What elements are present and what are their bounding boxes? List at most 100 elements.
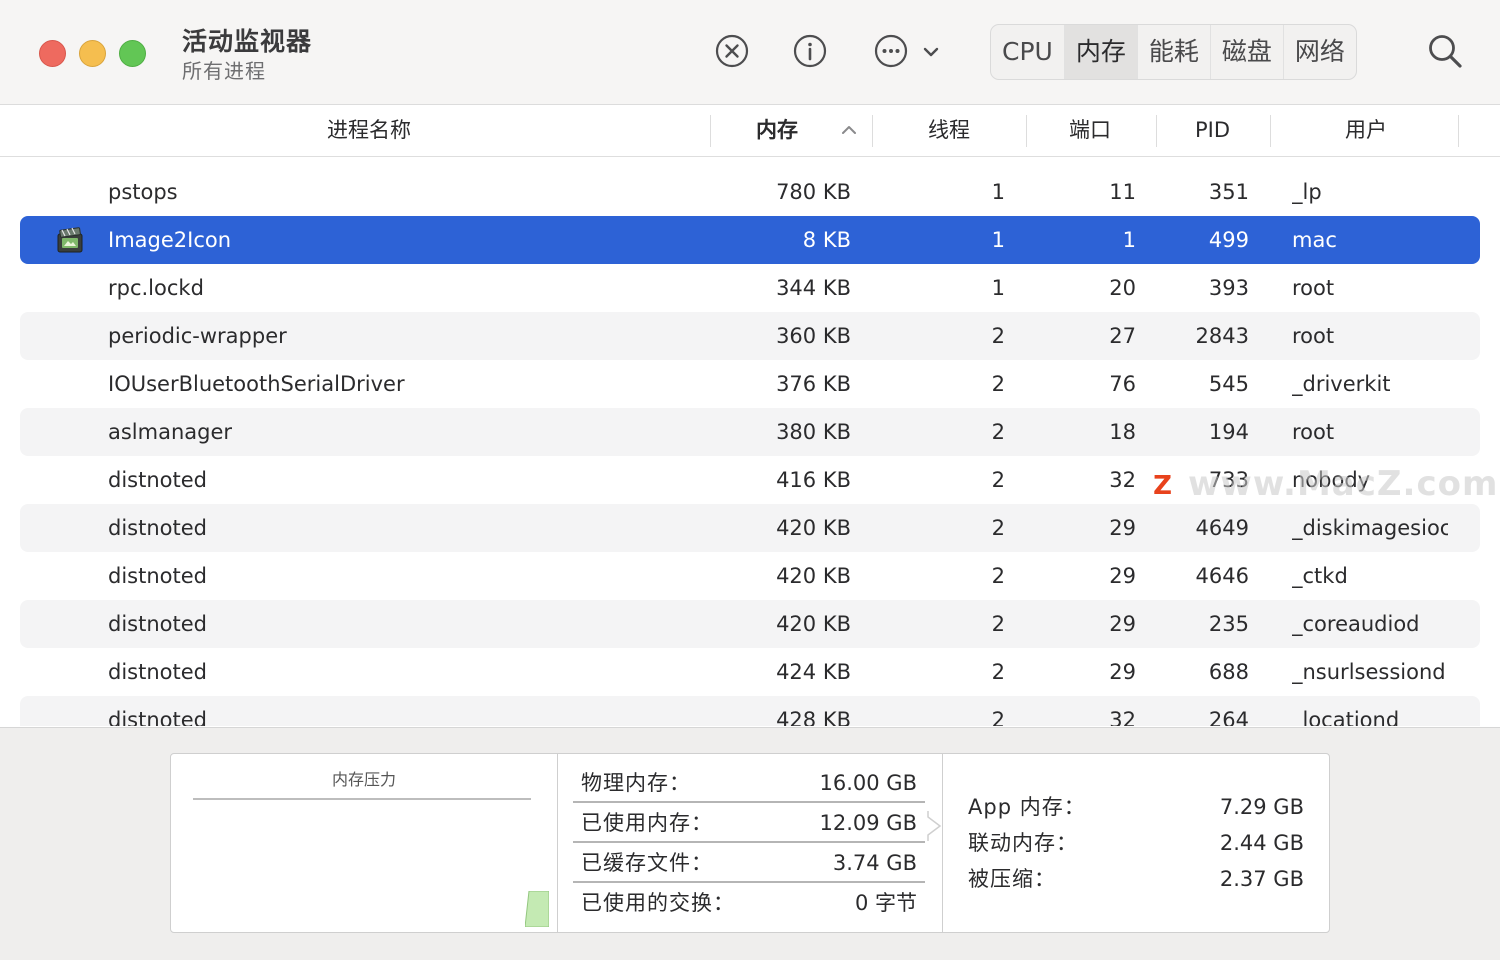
wired-memory-value: 2.44 GB	[1219, 831, 1304, 855]
process-ports: 29	[1109, 660, 1136, 684]
image2icon-app-icon	[57, 227, 83, 253]
stop-process-icon	[715, 34, 749, 68]
process-pid: 545	[1208, 372, 1249, 396]
app-memory-label: App 内存：	[968, 795, 1086, 819]
process-pid: 235	[1208, 612, 1249, 636]
process-name: distnoted	[108, 564, 207, 588]
column-memory[interactable]: 内存	[756, 105, 798, 156]
table-row[interactable]: distnoted 420 KB 2 29 4649 _diskimagesio…	[20, 504, 1480, 552]
process-memory: 416 KB	[776, 468, 851, 492]
memory-pressure-graph: 内存压力	[171, 754, 558, 932]
process-name: distnoted	[108, 516, 207, 540]
wired-memory-label: 联动内存：	[968, 831, 1078, 855]
process-name: rpc.lockd	[108, 276, 204, 300]
search-icon[interactable]	[1426, 32, 1464, 70]
tab-memory[interactable]: 内存	[1064, 25, 1138, 79]
compressed-memory-value: 2.37 GB	[1219, 867, 1304, 891]
used-memory-row: 已使用内存： 12.09 GB	[573, 804, 925, 842]
table-row[interactable]: IOUserBluetoothSerialDriver 376 KB 2 76 …	[20, 360, 1480, 408]
table-row[interactable]: aslmanager 380 KB 2 18 194 root	[20, 408, 1480, 456]
process-name: pstops	[108, 180, 178, 204]
window-subtitle: 所有进程	[182, 59, 266, 83]
process-pid: 499	[1208, 228, 1249, 252]
process-user: root	[1292, 276, 1335, 300]
table-row[interactable]: pstops 780 KB 1 11 351 _lp	[20, 168, 1480, 216]
column-divider	[710, 115, 711, 147]
swap-used-value: 0 字节	[854, 891, 917, 915]
app-memory-value: 7.29 GB	[1219, 795, 1304, 819]
process-memory: 780 KB	[776, 180, 851, 204]
column-divider	[872, 115, 873, 147]
swap-used-row: 已使用的交换： 0 字节	[573, 884, 925, 922]
table-row[interactable]: periodic-wrapper 360 KB 2 27 2843 root	[20, 312, 1480, 360]
compressed-memory-row: 被压缩： 2.37 GB	[968, 861, 1304, 897]
process-user: _diskimagesioc	[1292, 516, 1448, 540]
process-pid: 264	[1208, 708, 1249, 726]
pressure-divider	[193, 798, 531, 800]
table-row[interactable]: distnoted 428 KB 2 32 264 _locationd	[20, 696, 1480, 726]
process-memory: 344 KB	[776, 276, 851, 300]
process-name: distnoted	[108, 660, 207, 684]
memory-summary-panel: 内存压力 物理内存： 16.00 GB 已使用内存： 12.09 GB 已缓存文…	[170, 753, 1330, 933]
process-ports: 29	[1109, 564, 1136, 588]
process-memory: 424 KB	[776, 660, 851, 684]
stop-process-button[interactable]	[715, 34, 749, 68]
column-divider	[1270, 115, 1271, 147]
more-actions-button[interactable]	[874, 34, 908, 68]
close-window-button[interactable]	[39, 40, 66, 67]
table-row[interactable]: distnoted 420 KB 2 29 235 _coreaudiod	[20, 600, 1480, 648]
process-threads: 2	[991, 468, 1005, 492]
process-user: _nsurlsessiond	[1292, 660, 1446, 684]
cached-files-label: 已缓存文件：	[581, 851, 713, 875]
tab-cpu[interactable]: CPU	[991, 25, 1065, 79]
physical-memory-row: 物理内存： 16.00 GB	[573, 764, 925, 802]
tab-disk[interactable]: 磁盘	[1211, 25, 1284, 79]
watermark-logo: Z	[1148, 470, 1178, 501]
process-threads: 2	[991, 612, 1005, 636]
info-button[interactable]	[793, 34, 827, 68]
process-pid: 688	[1208, 660, 1249, 684]
zoom-window-button[interactable]	[119, 40, 146, 67]
process-user: _lp	[1292, 180, 1322, 204]
swap-used-label: 已使用的交换：	[581, 891, 735, 915]
memory-breakdown: App 内存： 7.29 GB 联动内存： 2.44 GB 被压缩： 2.37 …	[942, 754, 1329, 932]
table-row[interactable]: distnoted 424 KB 2 29 688 _nsurlsessiond	[20, 648, 1480, 696]
process-user: mac	[1292, 228, 1337, 252]
process-user: root	[1292, 420, 1335, 444]
more-actions-icon	[874, 34, 908, 68]
process-name: distnoted	[108, 612, 207, 636]
process-memory: 8 KB	[802, 228, 851, 252]
info-icon	[793, 34, 827, 68]
wired-memory-row: 联动内存： 2.44 GB	[968, 825, 1304, 861]
process-name: IOUserBluetoothSerialDriver	[108, 372, 405, 396]
column-pid[interactable]: PID	[1195, 105, 1230, 156]
process-threads: 2	[991, 564, 1005, 588]
activity-monitor-window: 活动监视器 所有进程 CPU 内存 能耗 磁盘 网络 进程名称 内存 线程 端口…	[0, 0, 1500, 960]
process-ports: 32	[1109, 708, 1136, 726]
process-threads: 1	[991, 276, 1005, 300]
process-name: distnoted	[108, 468, 207, 492]
chevron-down-icon[interactable]	[921, 42, 941, 62]
tab-energy[interactable]: 能耗	[1138, 25, 1211, 79]
process-threads: 2	[991, 372, 1005, 396]
process-memory: 420 KB	[776, 612, 851, 636]
column-threads[interactable]: 线程	[928, 105, 970, 156]
column-ports[interactable]: 端口	[1069, 105, 1111, 156]
process-name: aslmanager	[108, 420, 233, 444]
process-threads: 1	[991, 180, 1005, 204]
process-name: Image2Icon	[108, 228, 232, 252]
process-user: _coreaudiod	[1292, 612, 1420, 636]
toolbar: 活动监视器 所有进程 CPU 内存 能耗 磁盘 网络	[0, 0, 1500, 105]
memory-pressure-title: 内存压力	[331, 770, 396, 789]
minimize-window-button[interactable]	[79, 40, 106, 67]
sort-ascending-icon[interactable]	[840, 123, 858, 137]
table-row-selected[interactable]: Image2Icon 8 KB 1 1 499 mac	[20, 216, 1480, 264]
app-memory-row: App 内存： 7.29 GB	[968, 789, 1304, 825]
table-row[interactable]: distnoted 420 KB 2 29 4646 _ctkd	[20, 552, 1480, 600]
column-user[interactable]: 用户	[1345, 105, 1387, 156]
tab-network[interactable]: 网络	[1284, 25, 1356, 79]
column-process-name[interactable]: 进程名称	[327, 105, 411, 156]
process-pid: 4646	[1195, 564, 1249, 588]
process-memory: 420 KB	[776, 516, 851, 540]
table-row[interactable]: rpc.lockd 344 KB 1 20 393 root	[20, 264, 1480, 312]
